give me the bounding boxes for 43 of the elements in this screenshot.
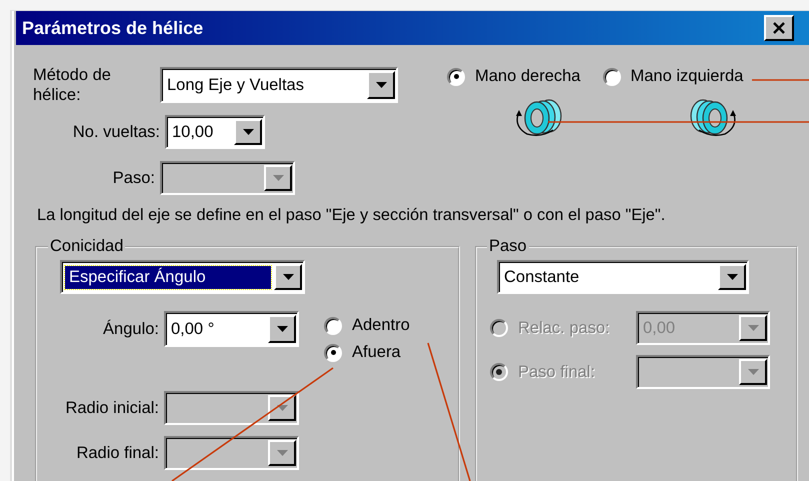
dropdown-value: 0,00 [642, 318, 676, 338]
close-icon [772, 22, 786, 34]
caret-icon [376, 82, 386, 88]
caret-icon [272, 174, 284, 182]
dropdown-value: Constante [503, 268, 580, 286]
radio-button[interactable] [447, 68, 465, 86]
radio-option[interactable]: Afuera [324, 343, 410, 362]
caret-icon [276, 450, 288, 456]
radio-button[interactable] [324, 344, 342, 362]
radio-option[interactable]: Mano izquierda [602, 67, 744, 86]
leader-line [752, 79, 809, 81]
dropdown-value: Especificar Ángulo [65, 266, 271, 288]
dropdown[interactable] [636, 355, 770, 389]
dropdown[interactable]: Especificar Ángulo [60, 260, 305, 294]
field-label: No. vueltas: [72, 122, 160, 142]
caret-icon [726, 274, 738, 280]
dropdown-value: Long Eje y Vueltas [166, 76, 305, 94]
radio-option[interactable]: Mano derecha [447, 67, 580, 86]
caret-icon [748, 368, 758, 376]
caret-icon [276, 404, 288, 412]
group-title: Conicidad [49, 237, 124, 256]
field-label: Paso: [112, 168, 155, 188]
dropdown[interactable]: 10,00 [165, 115, 265, 149]
field-label: Radio final: [75, 443, 159, 463]
field-label: Radio inicial: [64, 398, 159, 418]
dropdown-value: 0,00 ° [170, 320, 216, 338]
dropdown[interactable]: 0,00 ° [164, 311, 299, 347]
close-button[interactable] [764, 15, 794, 41]
group-title: Paso [488, 237, 528, 256]
field-label: Método de hélice: [33, 65, 112, 105]
caret-icon [276, 326, 288, 332]
caret-icon [282, 274, 294, 280]
dropdown-value: 10,00 [171, 122, 214, 142]
radio-button[interactable] [602, 68, 620, 86]
caret-icon [242, 128, 254, 136]
info-text: La longitud del eje se define en el paso "Eje y sección transversal" o con el paso "Eje". [36, 206, 666, 225]
dropdown[interactable]: Constante [497, 260, 749, 294]
radio-button[interactable] [324, 316, 342, 334]
field-label: Ángulo: [102, 319, 159, 339]
dropdown[interactable]: Long Eje y Vueltas [160, 67, 398, 103]
caret-icon [748, 324, 758, 332]
window-title: Parámetros de hélice [22, 18, 204, 38]
radio-option[interactable]: Adentro [324, 316, 410, 335]
